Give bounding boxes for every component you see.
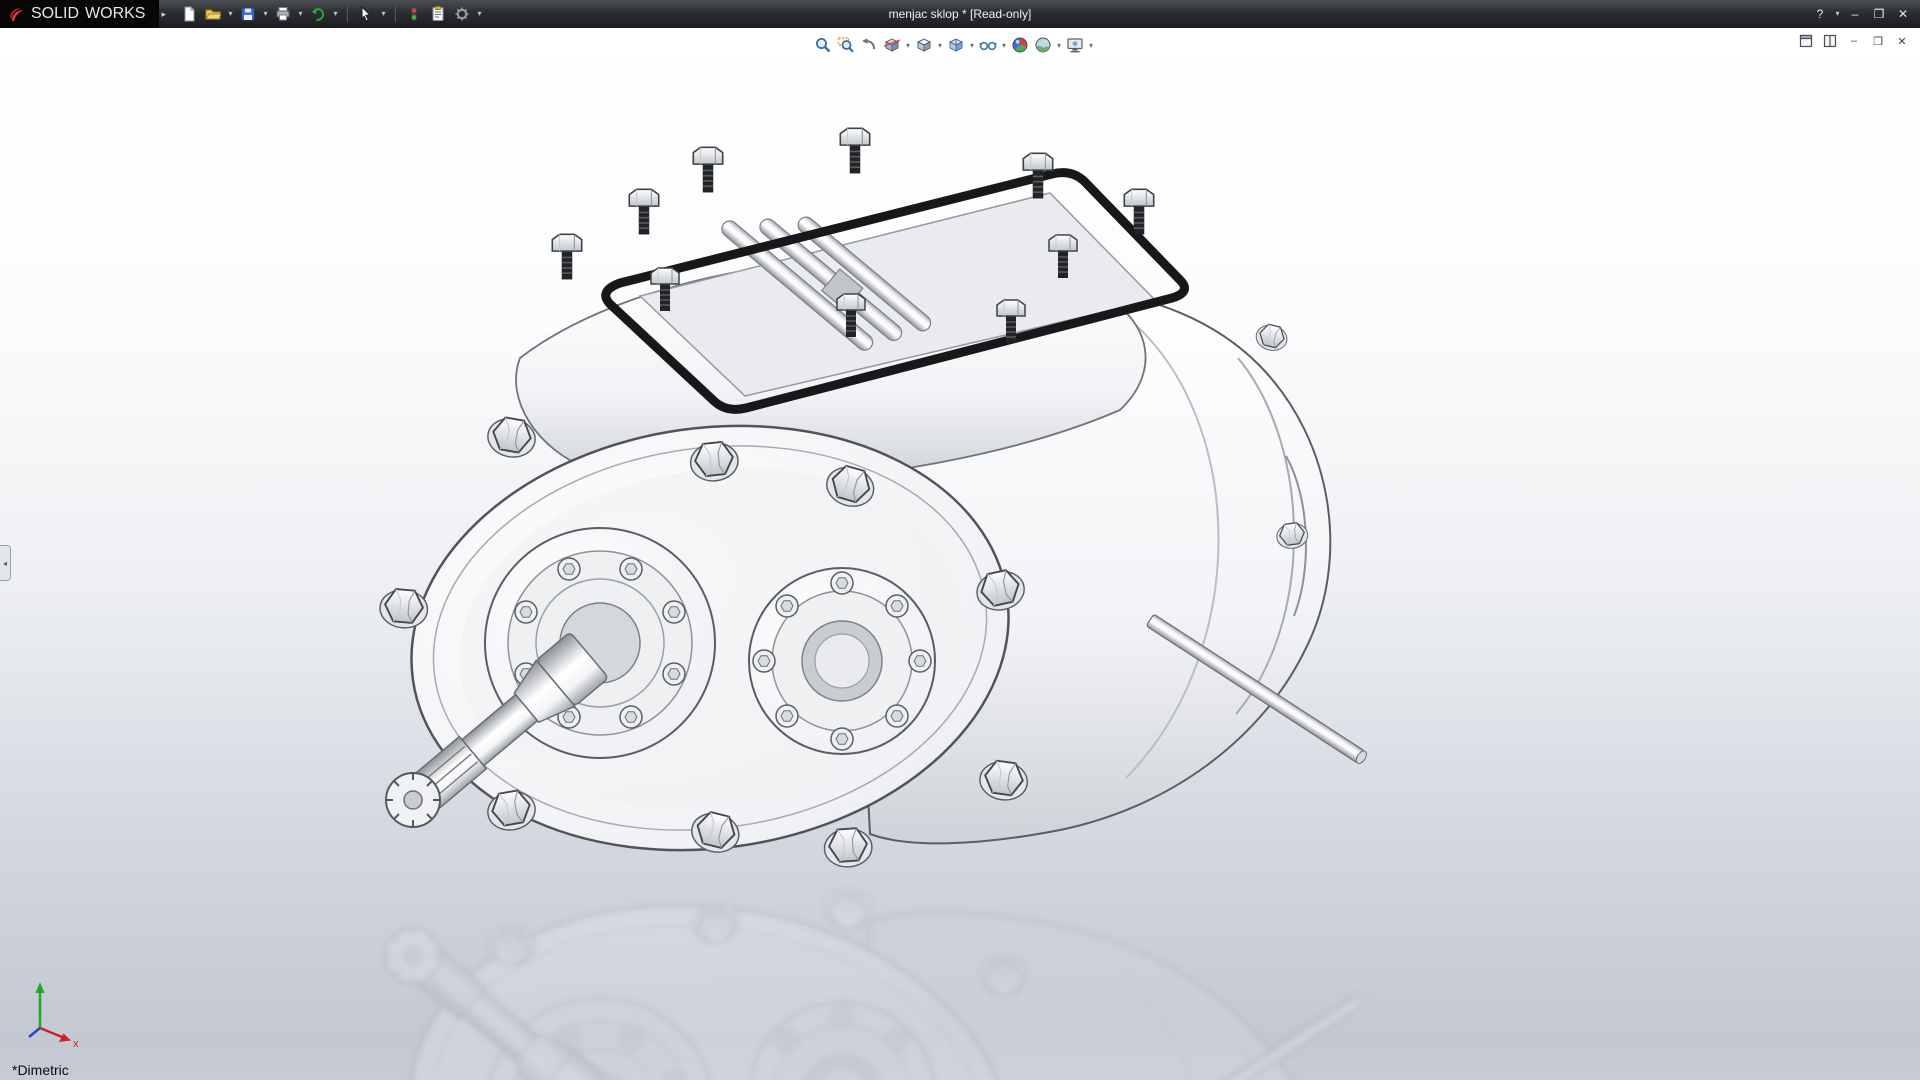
apply-scene-button[interactable] xyxy=(1032,34,1054,56)
view-orientation-caret[interactable]: ▾ xyxy=(936,41,944,50)
model-canvas[interactable]: x xyxy=(0,28,1920,1080)
document-window-button[interactable] xyxy=(1796,32,1816,50)
window-controls: ? ▾ – ❐ ✕ xyxy=(1809,3,1920,25)
model-reflection xyxy=(378,868,1368,1080)
open-dropdown-caret[interactable]: ▾ xyxy=(226,3,235,25)
document-window-controls: – ❐ ✕ xyxy=(1796,32,1912,50)
document-window-icon xyxy=(1799,34,1813,48)
view-settings-caret[interactable]: ▾ xyxy=(1087,41,1095,50)
display-style-caret[interactable]: ▾ xyxy=(968,41,976,50)
hide-show-items-glasses-icon xyxy=(979,41,997,51)
print-button[interactable] xyxy=(272,3,294,25)
apply-scene-caret[interactable]: ▾ xyxy=(1055,41,1063,50)
toolbar-separator xyxy=(395,6,396,22)
heads-up-view-toolbar: ▾ ▾ ▾ ▾ ▾ ▾ xyxy=(806,32,1101,58)
quick-access-toolbar: ▾ ▾ ▾ ▾ ▾ ▾ xyxy=(172,3,484,25)
hide-show-items-caret[interactable]: ▾ xyxy=(1000,41,1008,50)
title-bar: SOLID WORKS ▸ menjac sklop * [Read-only] … xyxy=(0,0,1920,28)
rebuild-button[interactable] xyxy=(403,3,425,25)
edit-appearance-ball-icon xyxy=(1012,37,1028,53)
display-style-icon xyxy=(948,38,964,52)
section-view-icon xyxy=(883,38,901,52)
panel-arrow-icon: ◂ xyxy=(2,558,7,568)
display-style-button[interactable] xyxy=(945,34,967,56)
save-button[interactable] xyxy=(237,3,259,25)
triad-x-label: x xyxy=(73,1038,79,1050)
open-button[interactable] xyxy=(202,3,224,25)
previous-view-button[interactable] xyxy=(858,34,880,56)
options-gear-icon xyxy=(455,7,469,21)
file-properties-button[interactable] xyxy=(427,3,449,25)
view-orientation-button[interactable] xyxy=(913,34,935,56)
section-view-caret[interactable]: ▾ xyxy=(904,41,912,50)
undo-icon xyxy=(311,8,325,21)
orientation-triad[interactable]: x xyxy=(28,982,79,1050)
brand-text-bold: SOLID xyxy=(31,5,80,22)
zoom-to-fit-button[interactable] xyxy=(812,34,834,56)
zoom-to-area-button[interactable] xyxy=(835,34,857,56)
mdi-restore-button[interactable]: ❐ xyxy=(1868,32,1888,50)
previous-view-icon xyxy=(862,38,875,50)
save-icon xyxy=(241,7,255,21)
select-dropdown-caret[interactable]: ▾ xyxy=(379,3,388,25)
gearbox-model[interactable] xyxy=(377,127,1368,887)
select-button[interactable] xyxy=(355,3,377,25)
zoom-to-area-icon xyxy=(837,37,854,53)
brand-text-light: WORKS xyxy=(85,5,146,22)
mdi-close-button[interactable]: ✕ xyxy=(1892,32,1912,50)
zoom-to-fit-icon xyxy=(816,38,831,53)
edit-appearance-button[interactable] xyxy=(1009,34,1031,56)
select-arrow-icon xyxy=(361,6,372,22)
undo-dropdown-caret[interactable]: ▾ xyxy=(331,3,340,25)
graphics-area[interactable]: ▾ ▾ ▾ ▾ ▾ ▾ – ❐ ✕ ◂ x *Dimetric xyxy=(0,28,1920,1080)
open-icon xyxy=(205,9,221,20)
mdi-minimize-button[interactable]: – xyxy=(1844,32,1864,50)
menu-expand-arrow[interactable]: ▸ xyxy=(161,9,166,20)
minimize-button[interactable]: – xyxy=(1844,4,1866,24)
help-button[interactable]: ? xyxy=(1809,4,1831,24)
apply-scene-icon xyxy=(1035,37,1051,53)
close-button[interactable]: ✕ xyxy=(1892,4,1914,24)
view-settings-button[interactable] xyxy=(1064,34,1086,56)
print-dropdown-caret[interactable]: ▾ xyxy=(296,3,305,25)
toolbar-separator xyxy=(347,6,348,22)
help-dropdown-caret[interactable]: ▾ xyxy=(1833,3,1842,25)
secondary-bearing-boss[interactable] xyxy=(748,567,936,755)
rebuild-traffic-light-icon xyxy=(411,7,417,21)
section-view-button[interactable] xyxy=(881,34,903,56)
hide-show-items-button[interactable] xyxy=(977,34,999,56)
save-dropdown-caret[interactable]: ▾ xyxy=(261,3,270,25)
undo-button[interactable] xyxy=(307,3,329,25)
split-window-icon xyxy=(1823,34,1837,48)
view-orientation-cube-icon xyxy=(916,38,932,52)
options-button[interactable] xyxy=(451,3,473,25)
solidworks-logo-icon xyxy=(10,7,23,21)
options-dropdown-caret[interactable]: ▾ xyxy=(475,3,484,25)
print-icon xyxy=(276,7,290,21)
solidworks-brand: SOLID WORKS xyxy=(0,0,160,28)
restore-button[interactable]: ❐ xyxy=(1868,4,1890,24)
split-window-button[interactable] xyxy=(1820,32,1840,50)
view-settings-icon xyxy=(1067,38,1083,53)
feature-panel-collapse-tab[interactable]: ◂ xyxy=(0,545,11,581)
new-document-button[interactable] xyxy=(178,3,200,25)
file-properties-icon xyxy=(432,6,444,21)
new-document-icon xyxy=(184,6,195,22)
view-orientation-label: *Dimetric xyxy=(12,1062,69,1078)
